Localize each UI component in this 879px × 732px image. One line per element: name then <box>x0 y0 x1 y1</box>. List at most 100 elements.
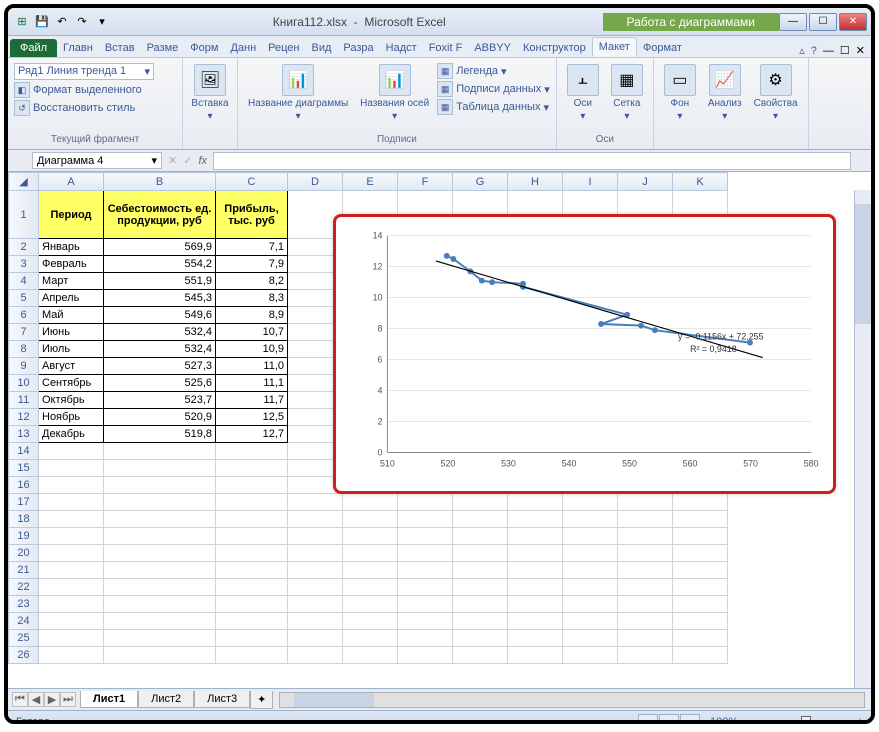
col-header-b[interactable]: B <box>104 173 216 191</box>
tab-developer[interactable]: Разра <box>337 39 379 57</box>
cell-month[interactable]: Март <box>39 273 104 290</box>
cell-profit[interactable]: 8,2 <box>216 273 288 290</box>
save-icon[interactable]: 💾 <box>34 14 50 30</box>
tab-layout[interactable]: Разме <box>141 39 185 57</box>
row-header[interactable]: 21 <box>9 562 39 579</box>
row-header[interactable]: 12 <box>9 409 39 426</box>
axes-button[interactable]: ⫠Оси▾ <box>563 62 603 124</box>
tab-file[interactable]: Файл <box>10 39 57 57</box>
col-header-a[interactable]: A <box>39 173 104 191</box>
row-header[interactable]: 19 <box>9 528 39 545</box>
col-header-j[interactable]: J <box>618 173 673 191</box>
tab-chart-design[interactable]: Конструктор <box>517 39 592 57</box>
row-header[interactable]: 5 <box>9 290 39 307</box>
row-header[interactable]: 3 <box>9 256 39 273</box>
tab-foxit[interactable]: Foxit F <box>423 39 469 57</box>
cell-cost[interactable]: 554,2 <box>104 256 216 273</box>
cell-month[interactable]: Февраль <box>39 256 104 273</box>
sheet-tab-2[interactable]: Лист2 <box>138 691 194 708</box>
row-header[interactable]: 24 <box>9 613 39 630</box>
tab-chart-format[interactable]: Формат <box>637 39 688 57</box>
row-header[interactable]: 11 <box>9 392 39 409</box>
row-header[interactable]: 15 <box>9 460 39 477</box>
cell-cost[interactable]: 545,3 <box>104 290 216 307</box>
format-selection-button[interactable]: ◧Формат выделенного <box>14 81 176 99</box>
cell-profit[interactable]: 11,1 <box>216 375 288 392</box>
col-header-c[interactable]: C <box>216 173 288 191</box>
cell-profit[interactable]: 11,7 <box>216 392 288 409</box>
cell-profit[interactable]: 11,0 <box>216 358 288 375</box>
doc-close-icon[interactable]: ✕ <box>856 44 865 57</box>
row-header[interactable]: 2 <box>9 239 39 256</box>
tab-formulas[interactable]: Форм <box>184 39 224 57</box>
col-header-e[interactable]: E <box>343 173 398 191</box>
row-header[interactable]: 4 <box>9 273 39 290</box>
tab-home[interactable]: Главн <box>57 39 99 57</box>
cell-cost[interactable]: 519,8 <box>104 426 216 443</box>
row-header[interactable]: 23 <box>9 596 39 613</box>
tab-abbyy[interactable]: ABBYY <box>468 39 517 57</box>
data-labels-button[interactable]: ▦Подписи данных ▾ <box>437 80 550 98</box>
cell-profit[interactable]: 10,7 <box>216 324 288 341</box>
header-cell-profit[interactable]: Прибыль, тыс. руб <box>216 191 288 239</box>
view-normal-button[interactable] <box>638 714 658 725</box>
col-header-i[interactable]: I <box>563 173 618 191</box>
cell-cost[interactable]: 525,6 <box>104 375 216 392</box>
background-button[interactable]: ▭Фон▾ <box>660 62 700 124</box>
cell-profit[interactable]: 10,9 <box>216 341 288 358</box>
view-page-break-button[interactable] <box>680 714 700 725</box>
insert-button[interactable]: 🖼 Вставка▾ <box>189 62 231 124</box>
redo-icon[interactable]: ↷ <box>74 14 90 30</box>
enter-formula-icon[interactable]: ✓ <box>183 154 192 167</box>
ribbon-minimize-icon[interactable]: ▵ <box>799 44 805 57</box>
cell-profit[interactable]: 7,1 <box>216 239 288 256</box>
cell-month[interactable]: Декабрь <box>39 426 104 443</box>
sheet-tab-3[interactable]: Лист3 <box>194 691 250 708</box>
cell-month[interactable]: Ноябрь <box>39 409 104 426</box>
cell-month[interactable]: Август <box>39 358 104 375</box>
cell-cost[interactable]: 523,7 <box>104 392 216 409</box>
view-page-layout-button[interactable] <box>659 714 679 725</box>
row-header[interactable]: 9 <box>9 358 39 375</box>
tab-addins[interactable]: Надст <box>380 39 423 57</box>
col-header-h[interactable]: H <box>508 173 563 191</box>
reset-style-button[interactable]: ↺Восстановить стиль <box>14 99 176 117</box>
row-header[interactable]: 14 <box>9 443 39 460</box>
chart-element-picker[interactable]: Ряд1 Линия тренда 1▾ <box>14 63 154 80</box>
row-header[interactable]: 25 <box>9 630 39 647</box>
cell-cost[interactable]: 551,9 <box>104 273 216 290</box>
qat-more-icon[interactable]: ▾ <box>94 14 110 30</box>
cell-profit[interactable]: 12,7 <box>216 426 288 443</box>
cell-cost[interactable]: 549,6 <box>104 307 216 324</box>
zoom-level[interactable]: 100% <box>710 716 738 725</box>
tab-data[interactable]: Данн <box>224 39 262 57</box>
row-header[interactable]: 20 <box>9 545 39 562</box>
fx-icon[interactable]: fx <box>198 155 207 167</box>
zoom-slider[interactable] <box>753 720 853 724</box>
row-header[interactable]: 8 <box>9 341 39 358</box>
cell-cost[interactable]: 520,9 <box>104 409 216 426</box>
row-header[interactable]: 1 <box>9 191 39 239</box>
cell-cost[interactable]: 532,4 <box>104 324 216 341</box>
close-button[interactable]: ✕ <box>839 13 867 31</box>
sheet-tab-1[interactable]: Лист1 <box>80 691 138 708</box>
zoom-out-button[interactable]: − <box>742 716 748 725</box>
row-header[interactable]: 10 <box>9 375 39 392</box>
cell-cost[interactable]: 569,9 <box>104 239 216 256</box>
tab-chart-layout[interactable]: Макет <box>592 37 637 57</box>
header-cell-period[interactable]: Период <box>39 191 104 239</box>
properties-button[interactable]: ⚙Свойства▾ <box>750 62 802 124</box>
axis-titles-button[interactable]: 📊 Названия осей▾ <box>356 62 433 124</box>
row-header[interactable]: 13 <box>9 426 39 443</box>
tab-review[interactable]: Рецен <box>262 39 305 57</box>
undo-icon[interactable]: ↶ <box>54 14 70 30</box>
maximize-button[interactable]: ☐ <box>809 13 837 31</box>
row-header[interactable]: 18 <box>9 511 39 528</box>
row-header[interactable]: 6 <box>9 307 39 324</box>
cell-month[interactable]: Январь <box>39 239 104 256</box>
zoom-in-button[interactable]: + <box>857 716 863 725</box>
cell-cost[interactable]: 527,3 <box>104 358 216 375</box>
col-header-k[interactable]: K <box>673 173 728 191</box>
cell-month[interactable]: Апрель <box>39 290 104 307</box>
doc-restore-icon[interactable]: ☐ <box>840 44 850 57</box>
